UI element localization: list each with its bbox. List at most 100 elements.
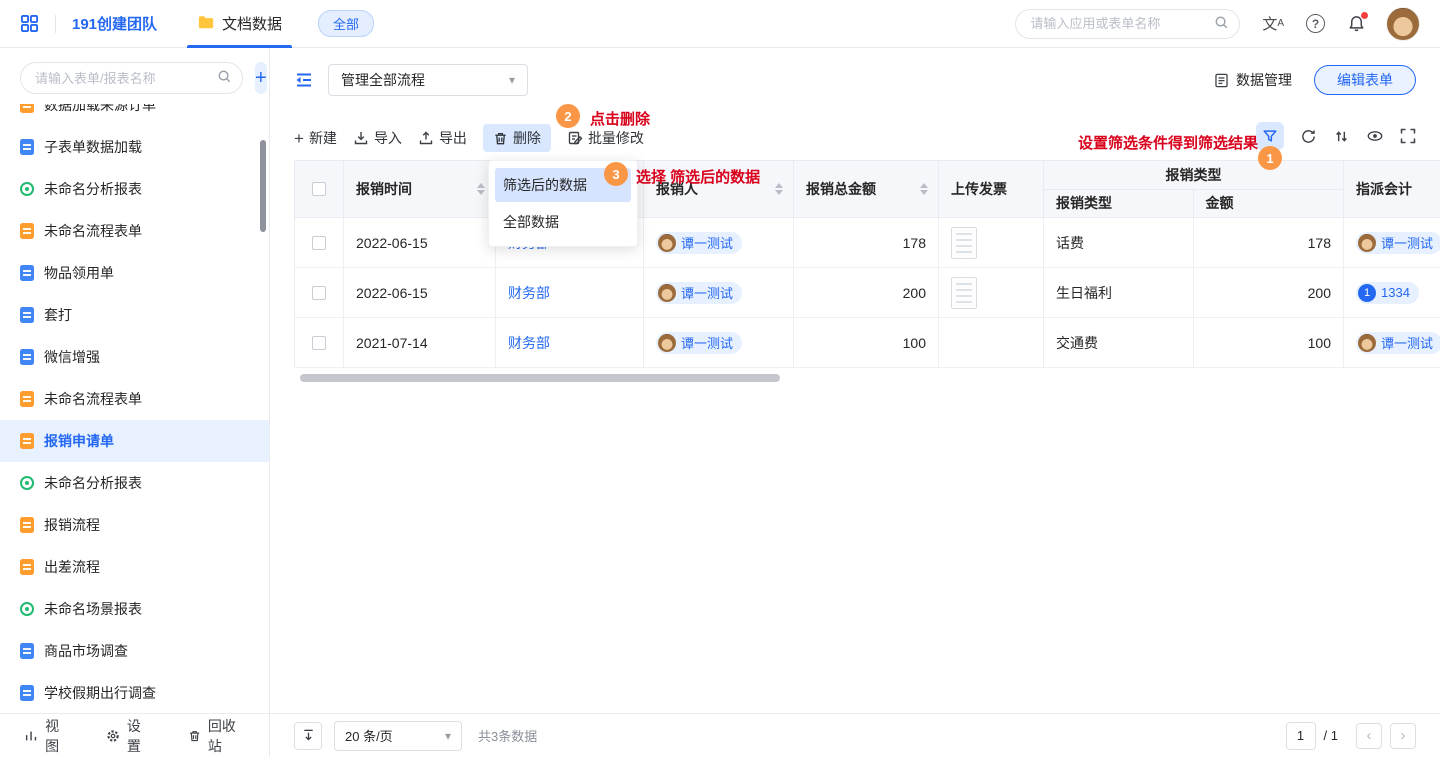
accountant-chip[interactable]: 11334	[1356, 282, 1419, 304]
flow-scope-select[interactable]: 管理全部流程 ▾	[328, 64, 528, 96]
annotation-step2-text: 点击删除	[590, 108, 650, 129]
col-invoice[interactable]: 上传发票	[939, 161, 1044, 217]
form-icon	[20, 685, 34, 701]
page-number-input[interactable]: 1	[1286, 722, 1316, 750]
views-button[interactable]: 视图	[24, 716, 70, 756]
annotation-step3-badge: 3	[604, 162, 628, 186]
collapse-sidebar-icon[interactable]	[294, 70, 314, 90]
cell-amount: 200	[1194, 268, 1344, 317]
sidebar-item[interactable]: 子表单数据加载	[0, 126, 269, 168]
sidebar-item[interactable]: 数据加载来源订单	[0, 104, 269, 126]
translate-icon[interactable]: 文A	[1262, 13, 1284, 34]
sidebar-item[interactable]: 微信增强	[0, 336, 269, 378]
app-search-input[interactable]	[1030, 16, 1208, 31]
help-icon[interactable]: ?	[1306, 14, 1325, 33]
edit-form-button[interactable]: 编辑表单	[1314, 65, 1416, 95]
person-chip[interactable]: 谭一测试	[656, 232, 742, 254]
person-chip[interactable]: 谭一测试	[656, 282, 742, 304]
sidebar-scrollbar[interactable]	[260, 140, 266, 232]
prev-page-button[interactable]: ‹	[1356, 723, 1382, 749]
visibility-button[interactable]	[1366, 127, 1384, 145]
page-size-select[interactable]: 20 条/页 ▾	[334, 721, 462, 751]
fullscreen-button[interactable]	[1400, 128, 1416, 144]
add-form-button[interactable]: +	[255, 62, 267, 94]
download-data-button[interactable]	[294, 722, 322, 750]
sidebar-item[interactable]: 商品市场调查	[0, 630, 269, 672]
funnel-icon	[1262, 128, 1278, 144]
trash-icon	[188, 728, 201, 744]
recycle-bin-button[interactable]: 回收站	[188, 716, 245, 756]
sidebar-item[interactable]: 报销流程	[0, 504, 269, 546]
sidebar-item[interactable]: 未命名分析报表	[0, 168, 269, 210]
table-row[interactable]: 2022-06-15 财务部 谭一测试 200 生日福利 200 11334	[294, 268, 1440, 318]
settings-button[interactable]: 设置	[106, 716, 152, 756]
table-row[interactable]: 2021-07-14 财务部 谭一测试 100 交通费 100 谭一测试	[294, 318, 1440, 368]
annotation-step1-badge: 1	[1258, 146, 1282, 170]
new-record-button[interactable]: + 新建	[294, 128, 337, 148]
form-search-input[interactable]	[35, 71, 211, 86]
horizontal-scrollbar[interactable]	[300, 374, 780, 382]
sidebar-item-selected[interactable]: 报销申请单	[0, 420, 269, 462]
row-checkbox[interactable]	[312, 336, 326, 350]
row-checkbox[interactable]	[312, 286, 326, 300]
import-button[interactable]: 导入	[353, 128, 402, 148]
menu-option-all-data[interactable]: 全部数据	[495, 205, 631, 239]
sort-button[interactable]	[1333, 128, 1350, 145]
scope-all-pill[interactable]: 全部	[318, 10, 374, 37]
form-icon	[20, 433, 34, 449]
person-chip[interactable]: 谭一测试	[656, 332, 742, 354]
search-icon[interactable]	[217, 69, 232, 87]
sort-icon[interactable]	[920, 183, 928, 195]
sidebar-item[interactable]: 未命名流程表单	[0, 210, 269, 252]
apps-grid-icon[interactable]	[20, 14, 39, 33]
select-all-checkbox[interactable]	[312, 182, 326, 196]
tab-document-data[interactable]: 文档数据	[191, 0, 288, 48]
refresh-button[interactable]	[1300, 128, 1317, 145]
data-manage-button[interactable]: 数据管理	[1213, 70, 1292, 90]
sort-icon[interactable]	[477, 183, 485, 195]
sidebar-item[interactable]: 未命名场景报表	[0, 588, 269, 630]
next-page-button[interactable]: ›	[1390, 723, 1416, 749]
col-amount[interactable]: 金额	[1194, 190, 1344, 218]
notifications-bell-icon[interactable]	[1347, 14, 1366, 33]
fullscreen-icon	[1400, 128, 1416, 144]
accountant-chip[interactable]: 谭一测试	[1356, 232, 1440, 254]
sidebar-item[interactable]: 未命名分析报表	[0, 462, 269, 504]
table-tools-right	[1256, 122, 1416, 150]
sort-icon[interactable]	[775, 183, 783, 195]
export-button[interactable]: 导出	[418, 128, 467, 148]
cell-invoice-empty	[939, 318, 1044, 367]
person-name: 谭一测试	[681, 233, 733, 252]
annotation-step1-text: 设置筛选条件得到筛选结果	[1078, 132, 1258, 153]
form-icon	[20, 559, 34, 575]
sidebar-item[interactable]: 物品领用单	[0, 252, 269, 294]
invoice-thumbnail[interactable]	[951, 227, 977, 259]
col-accountant[interactable]: 指派会计	[1344, 161, 1440, 217]
total-count: 共3条数据	[478, 726, 537, 745]
chevron-down-icon: ▾	[509, 73, 515, 87]
cell-time: 2022-06-15	[344, 268, 496, 317]
delete-button[interactable]: 删除	[483, 124, 551, 152]
accountant-chip[interactable]: 谭一测试	[1356, 332, 1440, 354]
sidebar-item[interactable]: 套打	[0, 294, 269, 336]
col-type[interactable]: 报销类型	[1044, 190, 1194, 218]
invoice-thumbnail[interactable]	[951, 277, 977, 309]
col-total[interactable]: 报销总金额	[794, 161, 939, 217]
batch-edit-button[interactable]: 批量修改	[567, 128, 644, 148]
sidebar-item[interactable]: 未命名流程表单	[0, 378, 269, 420]
sidebar-item[interactable]: 出差流程	[0, 546, 269, 588]
team-name[interactable]: 191创建团队	[72, 13, 157, 34]
col-time[interactable]: 报销时间	[344, 161, 496, 217]
cell-dept-link[interactable]: 财务部	[508, 283, 550, 303]
row-checkbox[interactable]	[312, 236, 326, 250]
export-label: 导出	[439, 128, 467, 148]
table-row[interactable]: 2022-06-15 财务部 谭一测试 178 话费 178 谭一测试	[294, 218, 1440, 268]
app-search	[1015, 9, 1240, 39]
search-icon[interactable]	[1214, 15, 1229, 33]
sidebar-item[interactable]: 学校假期出行调查	[0, 672, 269, 713]
import-icon	[353, 130, 369, 146]
cell-dept-link[interactable]: 财务部	[508, 333, 550, 353]
topbar: 191创建团队 文档数据 全部 文A ?	[0, 0, 1440, 48]
user-avatar[interactable]	[1386, 7, 1420, 41]
sidebar-item-label: 未命名场景报表	[44, 599, 142, 619]
